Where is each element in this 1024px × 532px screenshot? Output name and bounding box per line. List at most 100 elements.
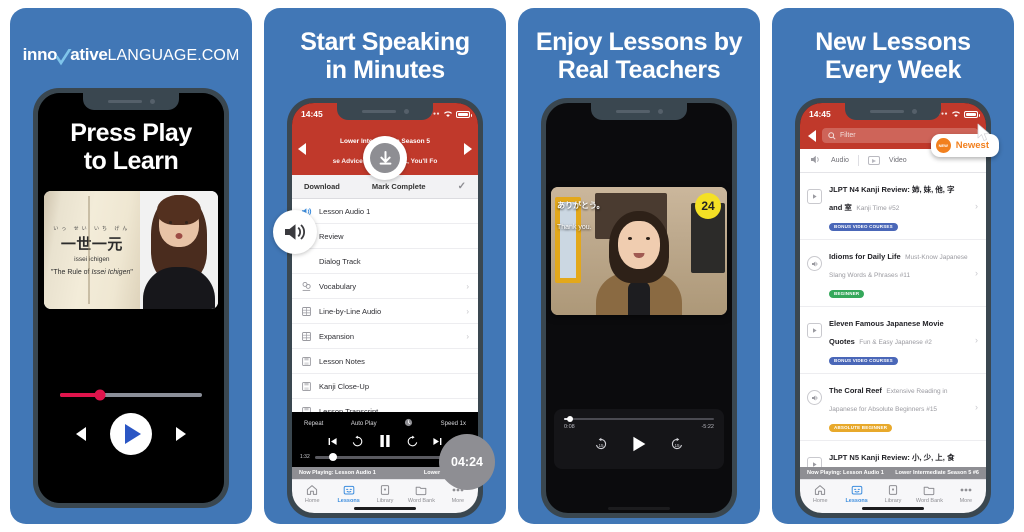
tab-video-label[interactable]: Video bbox=[889, 157, 907, 164]
wordbank-icon bbox=[416, 486, 427, 496]
headline-line2: in Minutes bbox=[325, 56, 445, 84]
pause-icon[interactable] bbox=[377, 433, 393, 449]
forward-15-icon[interactable]: 15 bbox=[670, 437, 684, 456]
play-button[interactable] bbox=[110, 413, 152, 455]
now-playing-bar[interactable]: Now Playing: Lesson Audio 1 Lower Interm… bbox=[800, 467, 986, 479]
sleep-timer-icon[interactable] bbox=[404, 418, 413, 429]
next-icon[interactable] bbox=[176, 427, 186, 441]
next-lesson-icon[interactable] bbox=[464, 143, 472, 155]
earpiece-speaker bbox=[107, 99, 142, 104]
autoplay-label[interactable]: Auto Play bbox=[351, 421, 377, 427]
library-icon bbox=[888, 485, 898, 495]
skip-next-icon[interactable] bbox=[432, 436, 443, 447]
tab-lessons[interactable]: Lessons bbox=[330, 484, 366, 504]
front-camera bbox=[403, 109, 409, 114]
list-item-label: Lesson Notes bbox=[319, 356, 365, 366]
rewind-icon[interactable] bbox=[351, 435, 364, 448]
list-item[interactable]: The Coral Reef Extensive Reading in Japa… bbox=[800, 374, 986, 441]
lesson-video-card[interactable]: いっ せい いち げん 一世一元 issei ichigen "The Rule… bbox=[44, 191, 218, 309]
video-progress-knob[interactable] bbox=[567, 415, 573, 422]
list-item-label: Line-by-Line Audio bbox=[319, 306, 382, 316]
tab-audio-label[interactable]: Audio bbox=[831, 157, 849, 164]
tab-library[interactable]: Library bbox=[367, 484, 403, 504]
tab-word-bank[interactable]: Word Bank bbox=[911, 484, 947, 504]
lesson-title: JLPT N5 Kanji Review: 小, 少, 上, 食 and 新 bbox=[829, 453, 955, 462]
list-item[interactable]: JLPT N4 Kanji Review: 姉, 妹, 他, 字 and 室 K… bbox=[800, 173, 986, 240]
video-icon bbox=[867, 156, 880, 165]
progress-slider[interactable] bbox=[38, 389, 224, 401]
wordbank-icon bbox=[924, 486, 935, 496]
tab-home[interactable]: Home bbox=[294, 484, 330, 504]
list-item-label: Review bbox=[319, 231, 344, 241]
previous-icon[interactable] bbox=[76, 427, 86, 441]
progress-track[interactable] bbox=[60, 389, 202, 401]
rewind-15-icon[interactable]: 15 bbox=[594, 437, 608, 456]
video-player-frame[interactable]: ありがとう。 Thank you. 24 bbox=[551, 187, 727, 315]
logo-text-language: LANGUAGE.COM bbox=[107, 47, 240, 64]
list-item[interactable]: Dialog Track bbox=[292, 249, 478, 274]
skip-previous-icon[interactable] bbox=[327, 436, 338, 447]
lessons-icon bbox=[851, 485, 862, 495]
now-playing-left: Now Playing: Lesson Audio 1 bbox=[299, 470, 376, 476]
list-item[interactable]: Idioms for Daily Life Must-Know Japanese… bbox=[800, 240, 986, 307]
teacher-body bbox=[142, 267, 215, 309]
checkmark-icon[interactable]: ✓ bbox=[458, 181, 466, 192]
lesson-title: Idioms for Daily Life bbox=[829, 252, 901, 261]
list-item[interactable]: Review bbox=[292, 224, 478, 249]
tab-lessons[interactable]: Lessons bbox=[838, 484, 874, 504]
lesson-badge: BONUS VIDEO COURSES bbox=[829, 356, 898, 365]
headline-line2: Every Week bbox=[825, 56, 961, 84]
list-item[interactable]: Eleven Famous Japanese Movie Quotes Fun … bbox=[800, 307, 986, 374]
repeat-label[interactable]: Repeat bbox=[304, 421, 323, 427]
tab-home[interactable]: Home bbox=[802, 484, 838, 504]
list-item[interactable]: Lesson Transcript bbox=[292, 399, 478, 412]
audio-icon bbox=[807, 390, 822, 405]
chevron-right-icon: › bbox=[975, 268, 978, 278]
tab-library[interactable]: Library bbox=[875, 484, 911, 504]
battery-icon bbox=[964, 110, 980, 118]
brand-logo: inno ative LANGUAGE.COM bbox=[23, 38, 240, 72]
kanji-text: 一世一元 bbox=[60, 235, 123, 253]
list-item[interactable]: Line-by-Line Audio › bbox=[292, 299, 478, 324]
tab-word-bank[interactable]: Word Bank bbox=[403, 484, 439, 504]
front-camera bbox=[911, 109, 917, 114]
scrubber-knob[interactable] bbox=[329, 453, 338, 461]
list-item[interactable]: Expansion › bbox=[292, 324, 478, 349]
headline-line1: Start Speaking bbox=[300, 28, 470, 56]
lesson-badge: BONUS VIDEO COURSES bbox=[829, 222, 898, 231]
tab-label: Home bbox=[812, 498, 828, 504]
progress-knob[interactable] bbox=[94, 389, 106, 401]
tab-label: Library bbox=[884, 498, 902, 504]
back-icon[interactable] bbox=[808, 129, 816, 142]
video-progress-track[interactable] bbox=[564, 415, 714, 422]
previous-lesson-icon[interactable] bbox=[298, 143, 306, 155]
video-remaining-time: -5:22 bbox=[701, 424, 714, 430]
grid-icon bbox=[301, 331, 312, 342]
mark-complete-label[interactable]: Mark Complete bbox=[372, 182, 426, 191]
home-icon bbox=[307, 485, 318, 495]
tab-more[interactable]: More bbox=[948, 484, 984, 504]
vocabulary-icon bbox=[301, 281, 312, 292]
document-icon bbox=[301, 356, 312, 367]
chevron-right-icon: › bbox=[975, 201, 978, 211]
phone-notch bbox=[591, 103, 687, 120]
video-subtitles: ありがとう。 Thank you. bbox=[557, 194, 605, 236]
list-item[interactable]: Kanji Close-Up bbox=[292, 374, 478, 399]
forward-icon[interactable] bbox=[406, 435, 419, 448]
now-playing-left: Now Playing: Lesson Audio 1 bbox=[807, 470, 884, 476]
list-item[interactable]: Vocabulary › bbox=[292, 274, 478, 299]
tab-label: Lessons bbox=[337, 498, 360, 504]
download-label[interactable]: Download bbox=[304, 182, 340, 191]
earpiece-speaker bbox=[615, 109, 650, 114]
teacher-face bbox=[618, 221, 660, 269]
video-play-icon[interactable] bbox=[630, 435, 648, 458]
list-item[interactable]: JLPT N5 Kanji Review: 小, 少, 上, 食 and 新 K… bbox=[800, 441, 986, 467]
audio-highlight-icon bbox=[273, 210, 317, 254]
list-item[interactable]: Lesson Audio 1 bbox=[292, 199, 478, 224]
speed-label[interactable]: Speed 1x bbox=[441, 421, 466, 427]
list-item[interactable]: Lesson Notes bbox=[292, 349, 478, 374]
phone-mockup-1: Press Play to Learn いっ せい いち げん 一世一元 iss… bbox=[33, 88, 229, 508]
elapsed-time: 1:32 bbox=[300, 454, 310, 460]
panel-new-lessons: New Lessons Every Week 14:45 ●●●● Filter… bbox=[772, 8, 1014, 524]
headline-line1: Enjoy Lessons by bbox=[535, 28, 743, 56]
